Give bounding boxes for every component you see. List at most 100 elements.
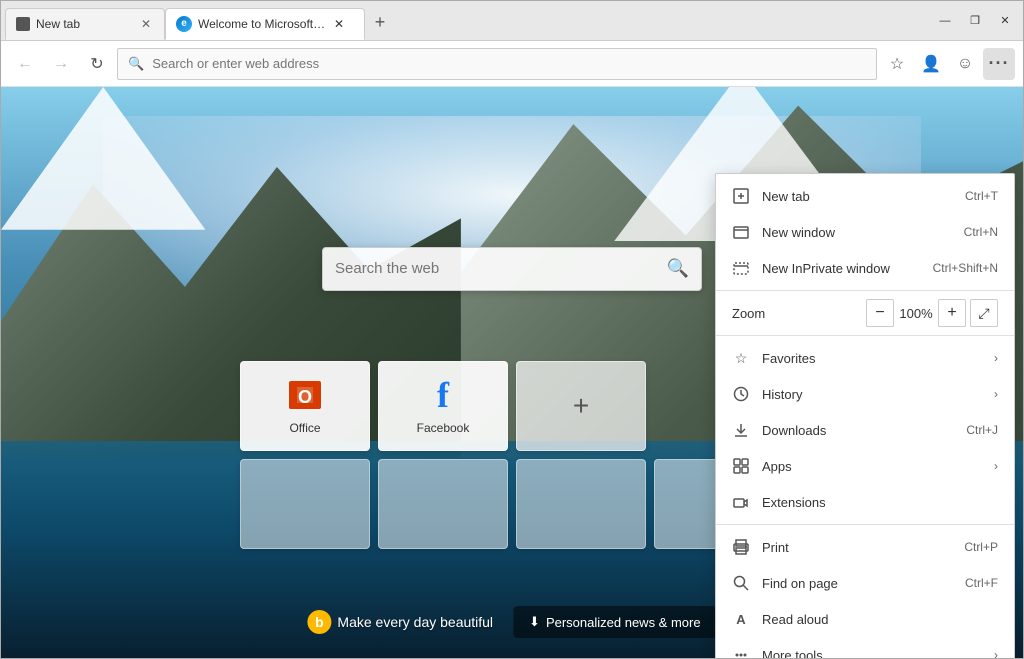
menu-item-inprivate[interactable]: New InPrivate window Ctrl+Shift+N xyxy=(716,250,1014,286)
more-tools-arrow-icon: › xyxy=(994,648,998,658)
search-container: 🔍 xyxy=(322,247,702,291)
facebook-icon: f xyxy=(425,377,461,413)
speed-dial-empty-1[interactable] xyxy=(240,459,370,549)
tab-new-tab[interactable]: New tab ✕ xyxy=(5,8,165,40)
new-tab-shortcut: Ctrl+T xyxy=(965,189,998,203)
tab-edge-canary[interactable]: e Welcome to Microsoft Edge Can... ✕ xyxy=(165,8,365,40)
zoom-plus-button[interactable]: + xyxy=(938,299,966,327)
apps-arrow-icon: › xyxy=(994,459,998,473)
new-tab-menu-icon xyxy=(732,187,750,205)
office-icon: O xyxy=(287,377,323,413)
window-controls: — ❐ ✕ xyxy=(931,10,1019,32)
speed-dial-empty-2[interactable] xyxy=(378,459,508,549)
bing-tagline: Make every day beautiful xyxy=(337,614,493,630)
nav-actions: ☆ 👤 ☺ ··· xyxy=(881,48,1015,80)
dropdown-menu: New tab Ctrl+T New window Ctrl+N New InP… xyxy=(715,173,1015,658)
new-window-menu-label: New window xyxy=(762,225,952,240)
tab-favicon xyxy=(16,17,30,31)
tab-close-button[interactable]: ✕ xyxy=(138,16,154,32)
inprivate-menu-label: New InPrivate window xyxy=(762,261,921,276)
news-button[interactable]: ⬇ Personalized news & more xyxy=(513,606,717,638)
zoom-controls: − 100% + ⤢ xyxy=(866,299,998,327)
menu-item-print[interactable]: Print Ctrl+P xyxy=(716,529,1014,565)
search-box[interactable]: 🔍 xyxy=(322,247,702,291)
menu-item-read-aloud[interactable]: A Read aloud xyxy=(716,601,1014,637)
extensions-menu-label: Extensions xyxy=(762,495,998,510)
menu-item-downloads[interactable]: Downloads Ctrl+J xyxy=(716,412,1014,448)
tab-label: New tab xyxy=(36,17,80,31)
print-menu-label: Print xyxy=(762,540,952,555)
history-arrow-icon: › xyxy=(994,387,998,401)
menu-item-find[interactable]: Find on page Ctrl+F xyxy=(716,565,1014,601)
address-bar[interactable]: 🔍 xyxy=(117,48,877,80)
facebook-dial-label: Facebook xyxy=(417,421,470,435)
menu-item-apps[interactable]: Apps › xyxy=(716,448,1014,484)
menu-divider-2 xyxy=(716,335,1014,336)
search-icon[interactable]: 🔍 xyxy=(667,258,689,279)
find-menu-icon xyxy=(732,574,750,592)
edge-tab-label: Welcome to Microsoft Edge Can... xyxy=(198,17,328,31)
back-button[interactable]: ← xyxy=(9,48,41,80)
menu-item-new-tab[interactable]: New tab Ctrl+T xyxy=(716,178,1014,214)
speed-dial-empty-3[interactable] xyxy=(516,459,646,549)
downloads-shortcut: Ctrl+J xyxy=(966,423,998,437)
extensions-menu-icon xyxy=(732,493,750,511)
more-tools-menu-icon xyxy=(732,646,750,658)
new-window-shortcut: Ctrl+N xyxy=(964,225,998,239)
menu-item-favorites[interactable]: ☆ Favorites › xyxy=(716,340,1014,376)
refresh-button[interactable]: ↻ xyxy=(81,48,113,80)
svg-text:O: O xyxy=(298,387,312,407)
speed-dial-row-2 xyxy=(240,459,784,549)
menu-item-history[interactable]: History › xyxy=(716,376,1014,412)
speed-dial-row-1: O Office f Facebook + xyxy=(240,361,784,451)
new-window-menu-icon xyxy=(732,223,750,241)
menu-item-extensions[interactable]: Extensions xyxy=(716,484,1014,520)
speed-dial-add[interactable]: + xyxy=(516,361,646,451)
search-input[interactable] xyxy=(335,260,659,277)
more-tools-menu-label: More tools xyxy=(762,648,982,659)
menu-divider-3 xyxy=(716,524,1014,525)
zoom-row: Zoom − 100% + ⤢ xyxy=(716,295,1014,331)
speed-dial-office[interactable]: O Office xyxy=(240,361,370,451)
inprivate-menu-icon xyxy=(732,259,750,277)
menu-item-more-tools[interactable]: More tools › xyxy=(716,637,1014,658)
favorites-menu-icon: ☆ xyxy=(732,349,750,367)
print-menu-icon xyxy=(732,538,750,556)
forward-button[interactable]: → xyxy=(45,48,77,80)
menu-item-new-window[interactable]: New window Ctrl+N xyxy=(716,214,1014,250)
minimize-button[interactable]: — xyxy=(931,10,959,32)
restore-button[interactable]: ❐ xyxy=(961,10,989,32)
new-tab-button[interactable]: + xyxy=(365,8,395,38)
zoom-value: 100% xyxy=(898,306,934,321)
bing-logo: b Make every day beautiful xyxy=(307,610,493,634)
zoom-expand-button[interactable]: ⤢ xyxy=(970,299,998,327)
inprivate-shortcut: Ctrl+Shift+N xyxy=(933,261,998,275)
close-button[interactable]: ✕ xyxy=(991,10,1019,32)
zoom-minus-button[interactable]: − xyxy=(866,299,894,327)
title-bar: New tab ✕ e Welcome to Microsoft Edge Ca… xyxy=(1,1,1023,41)
news-button-label: Personalized news & more xyxy=(546,615,701,630)
print-shortcut: Ctrl+P xyxy=(964,540,998,554)
zoom-label: Zoom xyxy=(732,306,858,321)
history-menu-icon xyxy=(732,385,750,403)
add-icon: + xyxy=(573,390,589,422)
find-shortcut: Ctrl+F xyxy=(965,576,998,590)
edge-tab-close-button[interactable]: ✕ xyxy=(334,17,344,31)
news-arrow-icon: ⬇ xyxy=(529,614,540,630)
feedback-button[interactable]: ☺ xyxy=(949,48,981,80)
speed-dial-facebook[interactable]: f Facebook xyxy=(378,361,508,451)
apps-menu-label: Apps xyxy=(762,459,982,474)
favorites-button[interactable]: ☆ xyxy=(881,48,913,80)
address-input[interactable] xyxy=(152,56,866,71)
browser-window: New tab ✕ e Welcome to Microsoft Edge Ca… xyxy=(0,0,1024,659)
favorites-menu-label: Favorites xyxy=(762,351,982,366)
profile-button[interactable]: 👤 xyxy=(915,48,947,80)
speed-dial: O Office f Facebook + xyxy=(240,361,784,549)
downloads-menu-label: Downloads xyxy=(762,423,954,438)
menu-divider-1 xyxy=(716,290,1014,291)
new-tab-menu-label: New tab xyxy=(762,189,953,204)
downloads-menu-icon xyxy=(732,421,750,439)
menu-button[interactable]: ··· xyxy=(983,48,1015,80)
find-menu-label: Find on page xyxy=(762,576,953,591)
bing-icon: b xyxy=(307,610,331,634)
